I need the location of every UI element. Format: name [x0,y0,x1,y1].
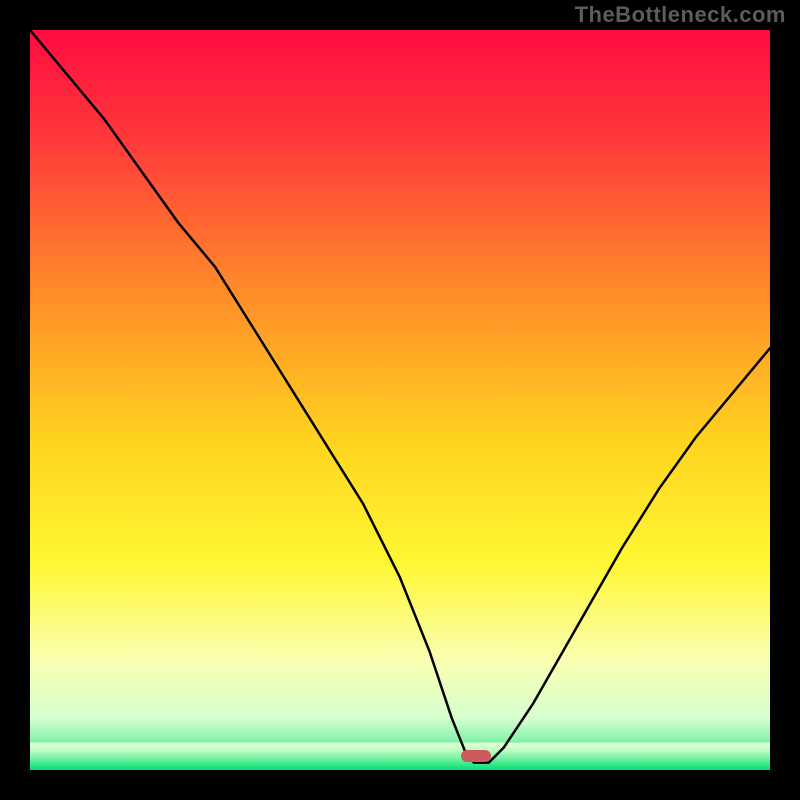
gradient-background [30,30,770,770]
plot-area [30,30,770,770]
chart-frame: TheBottleneck.com [0,0,800,800]
optimum-marker [461,750,491,762]
bottom-green-band [30,743,770,770]
watermark-text: TheBottleneck.com [575,2,786,28]
plot-svg [30,30,770,770]
